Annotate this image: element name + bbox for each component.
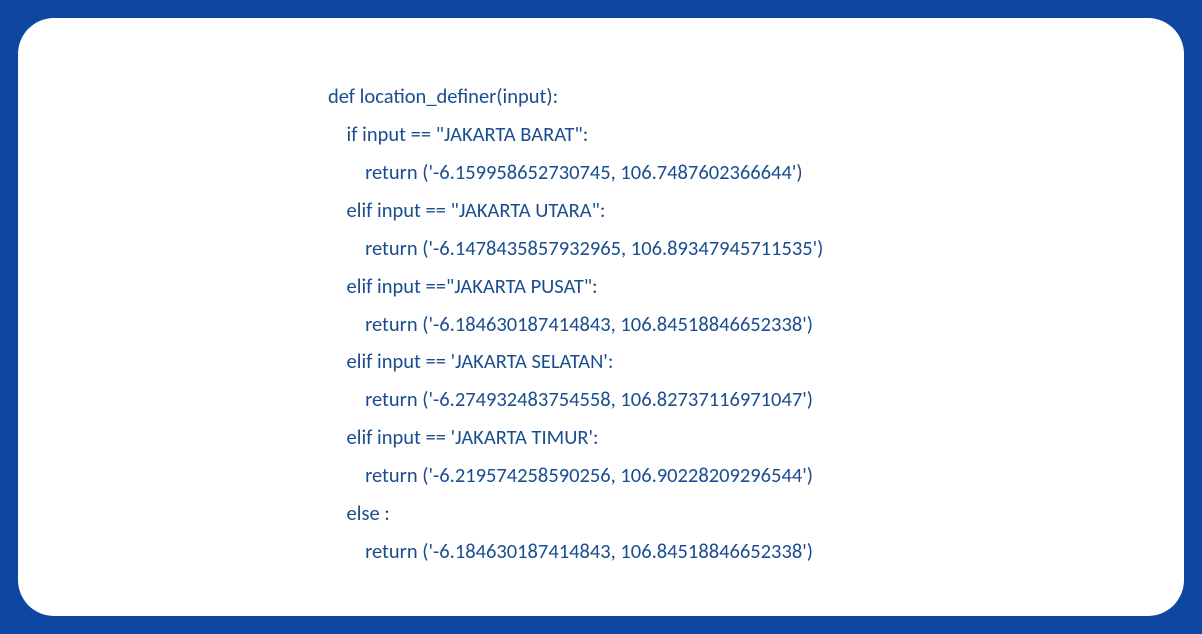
code-block: def location_definer(input): if input ==…: [328, 78, 1144, 571]
code-line: elif input =="JAKARTA PUSAT":: [328, 273, 598, 299]
code-line: def location_definer(input):: [328, 83, 558, 109]
code-line: return ('-6.1478435857932965, 106.893479…: [328, 235, 823, 261]
code-line: if input == "JAKARTA BARAT":: [328, 121, 588, 147]
code-line: return ('-6.184630187414843, 106.8451884…: [328, 311, 813, 337]
code-line: return ('-6.219574258590256, 106.9022820…: [328, 462, 813, 488]
code-line: else :: [328, 500, 390, 526]
code-line: elif input == "JAKARTA UTARA":: [328, 197, 605, 223]
code-line: return ('-6.274932483754558, 106.8273711…: [328, 386, 813, 412]
code-line: elif input == 'JAKARTA TIMUR':: [328, 424, 598, 450]
code-card: def location_definer(input): if input ==…: [18, 18, 1184, 616]
code-line: elif input == 'JAKARTA SELATAN':: [328, 348, 613, 374]
code-line: return ('-6.184630187414843, 106.8451884…: [328, 538, 813, 564]
code-line: return ('-6.159958652730745, 106.7487602…: [328, 159, 803, 185]
